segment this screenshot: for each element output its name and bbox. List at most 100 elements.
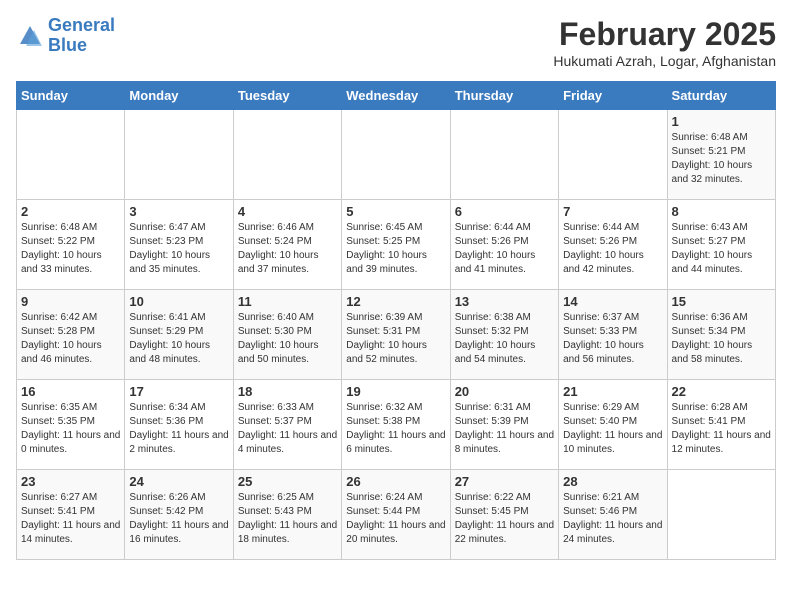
calendar-cell: 11 Sunrise: 6:40 AM Sunset: 5:30 PM Dayli…	[233, 290, 341, 380]
day-number: 21	[563, 384, 662, 399]
day-info: Sunrise: 6:26 AM Sunset: 5:42 PM Dayligh…	[129, 491, 228, 547]
day-number: 4	[238, 204, 337, 219]
day-number: 22	[672, 384, 771, 399]
day-number: 14	[563, 294, 662, 309]
calendar-cell: 26 Sunrise: 6:24 AM Sunset: 5:44 PM Dayli…	[342, 470, 450, 560]
calendar-cell	[17, 110, 125, 200]
day-info: Sunrise: 6:45 AM Sunset: 5:25 PM Dayligh…	[346, 221, 445, 277]
day-number: 25	[238, 474, 337, 489]
day-info: Sunrise: 6:34 AM Sunset: 5:36 PM Dayligh…	[129, 401, 228, 457]
day-info: Sunrise: 6:48 AM Sunset: 5:21 PM Dayligh…	[672, 131, 771, 187]
day-number: 7	[563, 204, 662, 219]
calendar-cell	[125, 110, 233, 200]
weekday-header: Sunday	[17, 82, 125, 110]
location-subtitle: Hukumati Azrah, Logar, Afghanistan	[553, 53, 776, 69]
calendar-cell: 16 Sunrise: 6:35 AM Sunset: 5:35 PM Dayli…	[17, 380, 125, 470]
day-info: Sunrise: 6:36 AM Sunset: 5:34 PM Dayligh…	[672, 311, 771, 367]
calendar-cell: 14 Sunrise: 6:37 AM Sunset: 5:33 PM Dayli…	[559, 290, 667, 380]
calendar-cell	[342, 110, 450, 200]
day-info: Sunrise: 6:29 AM Sunset: 5:40 PM Dayligh…	[563, 401, 662, 457]
month-title: February 2025	[553, 16, 776, 53]
calendar-cell: 19 Sunrise: 6:32 AM Sunset: 5:38 PM Dayli…	[342, 380, 450, 470]
calendar-week-row: 16 Sunrise: 6:35 AM Sunset: 5:35 PM Dayli…	[17, 380, 776, 470]
day-info: Sunrise: 6:35 AM Sunset: 5:35 PM Dayligh…	[21, 401, 120, 457]
calendar-cell: 24 Sunrise: 6:26 AM Sunset: 5:42 PM Dayli…	[125, 470, 233, 560]
calendar-cell: 12 Sunrise: 6:39 AM Sunset: 5:31 PM Dayli…	[342, 290, 450, 380]
day-number: 12	[346, 294, 445, 309]
calendar-cell: 20 Sunrise: 6:31 AM Sunset: 5:39 PM Dayli…	[450, 380, 558, 470]
day-number: 6	[455, 204, 554, 219]
day-info: Sunrise: 6:22 AM Sunset: 5:45 PM Dayligh…	[455, 491, 554, 547]
day-number: 19	[346, 384, 445, 399]
calendar-cell: 27 Sunrise: 6:22 AM Sunset: 5:45 PM Dayli…	[450, 470, 558, 560]
calendar-week-row: 23 Sunrise: 6:27 AM Sunset: 5:41 PM Dayli…	[17, 470, 776, 560]
day-info: Sunrise: 6:43 AM Sunset: 5:27 PM Dayligh…	[672, 221, 771, 277]
day-number: 16	[21, 384, 120, 399]
day-info: Sunrise: 6:48 AM Sunset: 5:22 PM Dayligh…	[21, 221, 120, 277]
day-number: 23	[21, 474, 120, 489]
day-info: Sunrise: 6:44 AM Sunset: 5:26 PM Dayligh…	[563, 221, 662, 277]
day-number: 28	[563, 474, 662, 489]
calendar-week-row: 2 Sunrise: 6:48 AM Sunset: 5:22 PM Daylig…	[17, 200, 776, 290]
day-info: Sunrise: 6:33 AM Sunset: 5:37 PM Dayligh…	[238, 401, 337, 457]
day-info: Sunrise: 6:41 AM Sunset: 5:29 PM Dayligh…	[129, 311, 228, 367]
page-header: General Blue February 2025 Hukumati Azra…	[16, 16, 776, 69]
calendar-cell: 17 Sunrise: 6:34 AM Sunset: 5:36 PM Dayli…	[125, 380, 233, 470]
weekday-header-row: SundayMondayTuesdayWednesdayThursdayFrid…	[17, 82, 776, 110]
day-number: 2	[21, 204, 120, 219]
day-number: 1	[672, 114, 771, 129]
calendar-cell	[559, 110, 667, 200]
calendar-cell: 23 Sunrise: 6:27 AM Sunset: 5:41 PM Dayli…	[17, 470, 125, 560]
day-number: 18	[238, 384, 337, 399]
calendar-cell	[450, 110, 558, 200]
calendar-cell: 8Sunrise: 6:43 AM Sunset: 5:27 PM Daylig…	[667, 200, 775, 290]
weekday-header: Wednesday	[342, 82, 450, 110]
day-info: Sunrise: 6:38 AM Sunset: 5:32 PM Dayligh…	[455, 311, 554, 367]
day-number: 9	[21, 294, 120, 309]
day-info: Sunrise: 6:39 AM Sunset: 5:31 PM Dayligh…	[346, 311, 445, 367]
calendar-cell: 7 Sunrise: 6:44 AM Sunset: 5:26 PM Daylig…	[559, 200, 667, 290]
weekday-header: Friday	[559, 82, 667, 110]
logo-text: General Blue	[48, 16, 115, 56]
day-number: 20	[455, 384, 554, 399]
day-info: Sunrise: 6:28 AM Sunset: 5:41 PM Dayligh…	[672, 401, 771, 457]
logo-icon	[16, 22, 44, 50]
day-info: Sunrise: 6:21 AM Sunset: 5:46 PM Dayligh…	[563, 491, 662, 547]
day-info: Sunrise: 6:24 AM Sunset: 5:44 PM Dayligh…	[346, 491, 445, 547]
weekday-header: Tuesday	[233, 82, 341, 110]
day-info: Sunrise: 6:32 AM Sunset: 5:38 PM Dayligh…	[346, 401, 445, 457]
day-info: Sunrise: 6:27 AM Sunset: 5:41 PM Dayligh…	[21, 491, 120, 547]
calendar-cell: 1 Sunrise: 6:48 AM Sunset: 5:21 PM Daylig…	[667, 110, 775, 200]
day-info: Sunrise: 6:37 AM Sunset: 5:33 PM Dayligh…	[563, 311, 662, 367]
calendar-week-row: 1 Sunrise: 6:48 AM Sunset: 5:21 PM Daylig…	[17, 110, 776, 200]
day-info: Sunrise: 6:40 AM Sunset: 5:30 PM Dayligh…	[238, 311, 337, 367]
day-number: 24	[129, 474, 228, 489]
calendar-cell: 21 Sunrise: 6:29 AM Sunset: 5:40 PM Dayli…	[559, 380, 667, 470]
day-number: 17	[129, 384, 228, 399]
logo-line2: Blue	[48, 35, 87, 55]
calendar-cell: 6Sunrise: 6:44 AM Sunset: 5:26 PM Daylig…	[450, 200, 558, 290]
day-info: Sunrise: 6:46 AM Sunset: 5:24 PM Dayligh…	[238, 221, 337, 277]
weekday-header: Saturday	[667, 82, 775, 110]
calendar-cell: 18 Sunrise: 6:33 AM Sunset: 5:37 PM Dayli…	[233, 380, 341, 470]
calendar-cell: 25 Sunrise: 6:25 AM Sunset: 5:43 PM Dayli…	[233, 470, 341, 560]
day-number: 13	[455, 294, 554, 309]
day-info: Sunrise: 6:42 AM Sunset: 5:28 PM Dayligh…	[21, 311, 120, 367]
day-number: 11	[238, 294, 337, 309]
calendar-cell: 5Sunrise: 6:45 AM Sunset: 5:25 PM Daylig…	[342, 200, 450, 290]
calendar-cell	[233, 110, 341, 200]
calendar-table: SundayMondayTuesdayWednesdayThursdayFrid…	[16, 81, 776, 560]
day-info: Sunrise: 6:25 AM Sunset: 5:43 PM Dayligh…	[238, 491, 337, 547]
calendar-cell: 4 Sunrise: 6:46 AM Sunset: 5:24 PM Daylig…	[233, 200, 341, 290]
day-number: 27	[455, 474, 554, 489]
calendar-cell: 3Sunrise: 6:47 AM Sunset: 5:23 PM Daylig…	[125, 200, 233, 290]
calendar-cell: 22 Sunrise: 6:28 AM Sunset: 5:41 PM Dayli…	[667, 380, 775, 470]
logo-line1: General	[48, 15, 115, 35]
title-block: February 2025 Hukumati Azrah, Logar, Afg…	[553, 16, 776, 69]
day-number: 15	[672, 294, 771, 309]
day-info: Sunrise: 6:47 AM Sunset: 5:23 PM Dayligh…	[129, 221, 228, 277]
day-number: 26	[346, 474, 445, 489]
calendar-cell: 10Sunrise: 6:41 AM Sunset: 5:29 PM Dayli…	[125, 290, 233, 380]
calendar-cell: 9 Sunrise: 6:42 AM Sunset: 5:28 PM Daylig…	[17, 290, 125, 380]
day-info: Sunrise: 6:31 AM Sunset: 5:39 PM Dayligh…	[455, 401, 554, 457]
